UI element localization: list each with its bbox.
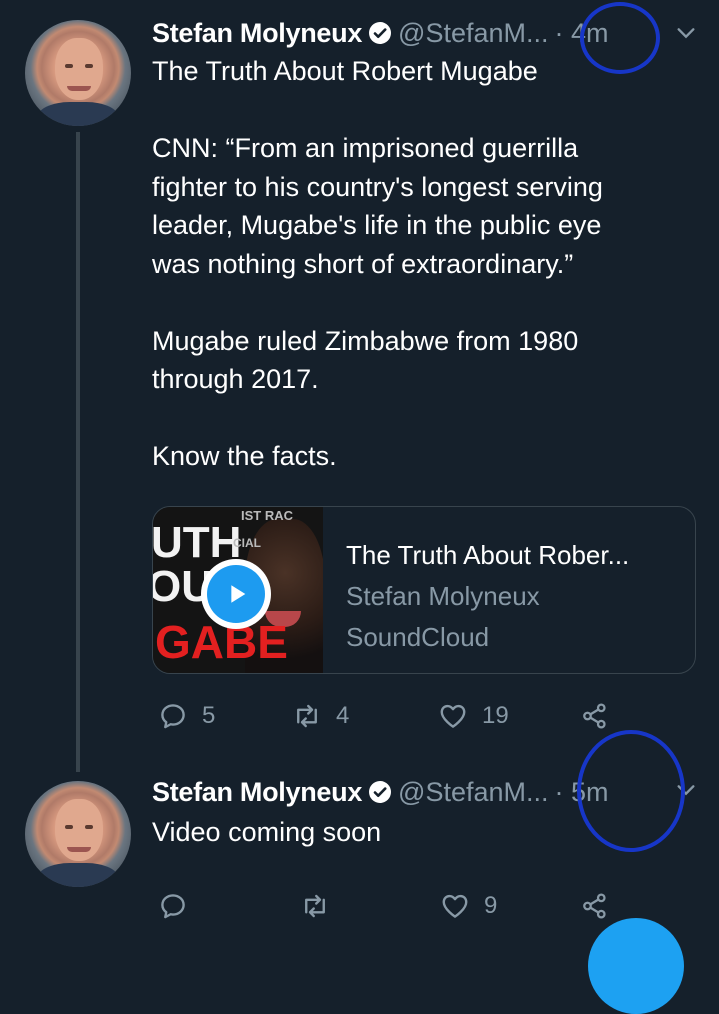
tweet-actions: 9 [152, 888, 652, 924]
share-button[interactable] [580, 698, 610, 734]
card-author: Stefan Molyneux [346, 581, 540, 611]
chevron-down-icon[interactable] [675, 22, 697, 44]
reply-button[interactable]: 5 [158, 698, 215, 734]
retweet-button[interactable] [300, 888, 344, 924]
compose-button[interactable] [588, 918, 684, 1014]
tweet-1[interactable]: Stefan Molyneux @StefanM... · 4m The Tru… [0, 0, 719, 772]
card-title: The Truth About Rober... [346, 540, 630, 570]
like-button[interactable]: 9 [440, 888, 497, 924]
reply-icon [161, 894, 185, 919]
retweet-icon [305, 894, 325, 918]
retweet-button[interactable]: 4 [292, 698, 349, 734]
play-icon [231, 585, 246, 603]
card-source: SoundCloud [346, 622, 490, 652]
tweet-actions: 5 4 19 [152, 698, 652, 734]
share-button[interactable] [580, 888, 610, 924]
avatar[interactable] [25, 20, 131, 126]
author-handle[interactable]: @StefanM... [398, 777, 548, 808]
tweet-text-line: fighter to his country's longest serving [152, 171, 603, 202]
heart-icon [442, 894, 468, 918]
thread-connector-line [76, 132, 80, 772]
tweet-header: Stefan Molyneux @StefanM... · 4m [152, 16, 609, 50]
tweet-header: Stefan Molyneux @StefanM... · 5m [152, 775, 609, 809]
author-name[interactable]: Stefan Molyneux [152, 18, 362, 49]
tweet-text-line: Mugabe ruled Zimbabwe from 1980 [152, 325, 579, 356]
tweet-text: The Truth About Robert Mugabe CNN: “From… [152, 52, 672, 476]
tweet-text-line: through 2017. [152, 364, 319, 394]
share-icon [583, 703, 606, 729]
like-button[interactable]: 19 [438, 698, 509, 734]
like-count: 9 [484, 892, 498, 919]
heart-icon [440, 704, 466, 728]
tweet-text-line: was nothing short of extraordinary.” [152, 248, 574, 279]
like-count: 19 [482, 702, 509, 729]
verified-badge-icon [369, 22, 392, 44]
author-handle[interactable]: @StefanM... [398, 18, 548, 49]
avatar[interactable] [25, 781, 131, 887]
reply-icon [161, 704, 185, 729]
verified-badge-icon [369, 781, 392, 803]
card-info: The Truth About Rober... Stefan Molyneux… [346, 535, 629, 658]
reply-count: 5 [202, 702, 216, 729]
retweet-count: 4 [336, 702, 350, 729]
retweet-icon [297, 704, 317, 728]
link-card[interactable]: UTH OU GABE IST RAC CIAL The Truth About… [152, 506, 696, 674]
play-button[interactable] [201, 559, 271, 629]
annotation-circle [580, 2, 660, 74]
card-thumbnail[interactable]: UTH OU GABE IST RAC CIAL [153, 507, 323, 673]
annotation-circle [577, 730, 685, 852]
reply-button[interactable] [158, 888, 202, 924]
tweet-text-line: leader, Mugabe's life in the public eye [152, 210, 602, 240]
tweet-text-line: CNN: “From an imprisoned guerrilla [152, 133, 579, 163]
author-name[interactable]: Stefan Molyneux [152, 777, 362, 808]
tweet-text-line: Know the facts. [152, 441, 337, 471]
share-icon [583, 893, 606, 919]
